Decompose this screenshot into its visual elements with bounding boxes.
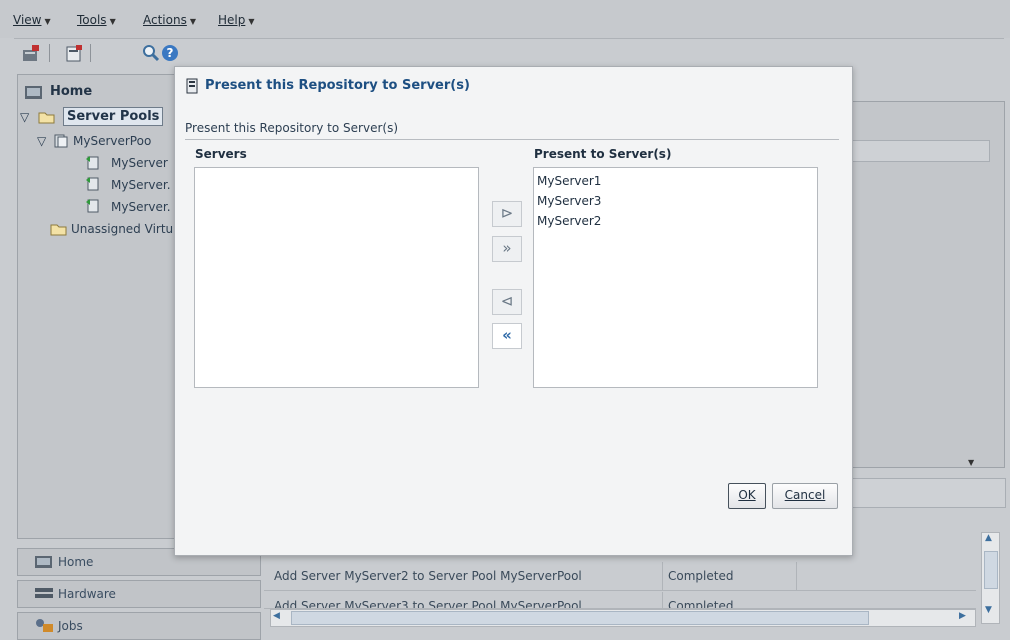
jobs-icon: [34, 618, 54, 633]
move-all-button[interactable]: »: [492, 236, 522, 262]
dialog-subtitle: Present this Repository to Server(s): [185, 121, 398, 135]
table-header: [830, 140, 990, 162]
svg-text:?: ?: [167, 46, 174, 60]
job-description: Add Server MyServer2 to Server Pool MySe…: [274, 569, 582, 583]
tree-item-server-3[interactable]: MyServer.: [111, 200, 171, 214]
navigator-title: Home: [50, 84, 93, 99]
column-divider: [662, 592, 663, 608]
server-icon: [85, 176, 99, 194]
hardware-icon: [34, 586, 54, 601]
table-row[interactable]: Add Server MyServer3 to Server Pool MySe…: [264, 592, 976, 609]
remove-all-button[interactable]: «: [492, 323, 522, 349]
nav-tab-home-label: Home: [58, 555, 94, 569]
job-status: Completed: [668, 599, 734, 609]
available-servers-list[interactable]: [194, 167, 479, 388]
menu-actions-label: Actions: [143, 13, 187, 27]
list-item[interactable]: MyServer3: [537, 194, 601, 208]
column-divider: [662, 562, 663, 590]
search-icon[interactable]: [142, 44, 160, 62]
cancel-button[interactable]: Cancel: [772, 483, 838, 509]
tree-item-pool[interactable]: MyServerPoo: [73, 134, 151, 148]
folder-icon: [38, 110, 55, 127]
dialog-title: Present this Repository to Server(s): [205, 78, 470, 93]
scroll-thumb[interactable]: [291, 611, 869, 625]
menu-bar: View ▼ Tools ▼ Actions ▼ Help ▼: [0, 0, 1010, 38]
tree-item-server-pools[interactable]: Server Pools: [63, 107, 164, 126]
chevron-right-icon[interactable]: ▶: [959, 611, 971, 623]
tree-toggle-pool[interactable]: ▽: [37, 134, 46, 148]
create-server-pool-icon[interactable]: [22, 44, 40, 62]
repository-icon: [185, 78, 199, 97]
menu-tools[interactable]: Tools ▼: [77, 13, 116, 27]
selected-list-header: Present to Server(s): [534, 147, 672, 161]
cancel-button-label: Cancel: [784, 488, 826, 502]
create-virtual-machine-icon[interactable]: [65, 44, 83, 62]
menu-view[interactable]: View ▼: [13, 13, 51, 27]
chevron-down-icon: ▼: [248, 17, 255, 26]
server-icon: [85, 198, 99, 216]
menu-actions[interactable]: Actions ▼: [143, 13, 196, 27]
move-button[interactable]: ⊳: [492, 201, 522, 227]
chevron-down-icon: ▼: [189, 17, 196, 26]
scroll-thumb[interactable]: [984, 551, 998, 589]
chevron-down-icon: ▼: [44, 17, 51, 26]
divider: [185, 139, 839, 140]
job-status: Completed: [668, 569, 734, 583]
tree-toggle-server-pools[interactable]: ▽: [20, 110, 29, 124]
menu-help-label: Help: [218, 13, 246, 27]
folder-icon: [50, 222, 67, 239]
menu-view-label: View: [13, 13, 42, 27]
menu-help[interactable]: Help ▼: [218, 13, 255, 27]
ok-button[interactable]: OK: [728, 483, 766, 509]
nav-tab-hardware-label: Hardware: [58, 587, 116, 601]
present-repository-dialog: Present this Repository to Server(s) Pre…: [174, 66, 853, 556]
horizontal-scrollbar[interactable]: ◀ ▶: [270, 609, 976, 627]
chevron-up-icon[interactable]: ▲: [985, 533, 992, 543]
chevron-down-icon: ▼: [109, 17, 116, 26]
selected-servers-list[interactable]: MyServer1 MyServer3 MyServer2: [533, 167, 818, 388]
nav-tab-hardware[interactable]: Hardware: [17, 580, 261, 608]
server-pool-icon: [54, 134, 68, 151]
toolbar-separator: [49, 44, 50, 62]
job-description: Add Server MyServer3 to Server Pool MySe…: [274, 599, 582, 609]
home-icon: [34, 554, 54, 569]
home-icon: [24, 82, 44, 103]
chevron-left-icon[interactable]: ◀: [273, 611, 285, 623]
vertical-scrollbar[interactable]: ▲ ▼: [981, 532, 1000, 624]
tree-item-unassigned[interactable]: Unassigned Virtu: [71, 222, 173, 236]
table-row[interactable]: Add Server MyServer2 to Server Pool MySe…: [264, 562, 976, 591]
toolbar-separator: [90, 44, 91, 62]
chevron-down-icon[interactable]: ▼: [985, 605, 992, 615]
remove-button[interactable]: ⊲: [492, 289, 522, 315]
ok-button-label: OK: [738, 488, 756, 502]
nav-tab-jobs-label: Jobs: [58, 619, 83, 633]
tree-item-server-1[interactable]: MyServer: [111, 156, 168, 170]
list-item[interactable]: MyServer1: [537, 174, 601, 188]
server-icon: [85, 155, 99, 173]
jobs-toolbar: [846, 478, 1006, 508]
menu-tools-label: Tools: [77, 13, 107, 27]
tree-item-server-2[interactable]: MyServer.: [111, 178, 171, 192]
list-item[interactable]: MyServer2: [537, 214, 601, 228]
available-list-header: Servers: [195, 147, 247, 161]
column-divider: [796, 562, 797, 590]
menu-divider: [14, 38, 1004, 39]
help-icon[interactable]: ?: [161, 44, 179, 62]
chevron-down-icon[interactable]: ▼: [968, 458, 990, 468]
nav-tab-jobs[interactable]: Jobs: [17, 612, 261, 640]
